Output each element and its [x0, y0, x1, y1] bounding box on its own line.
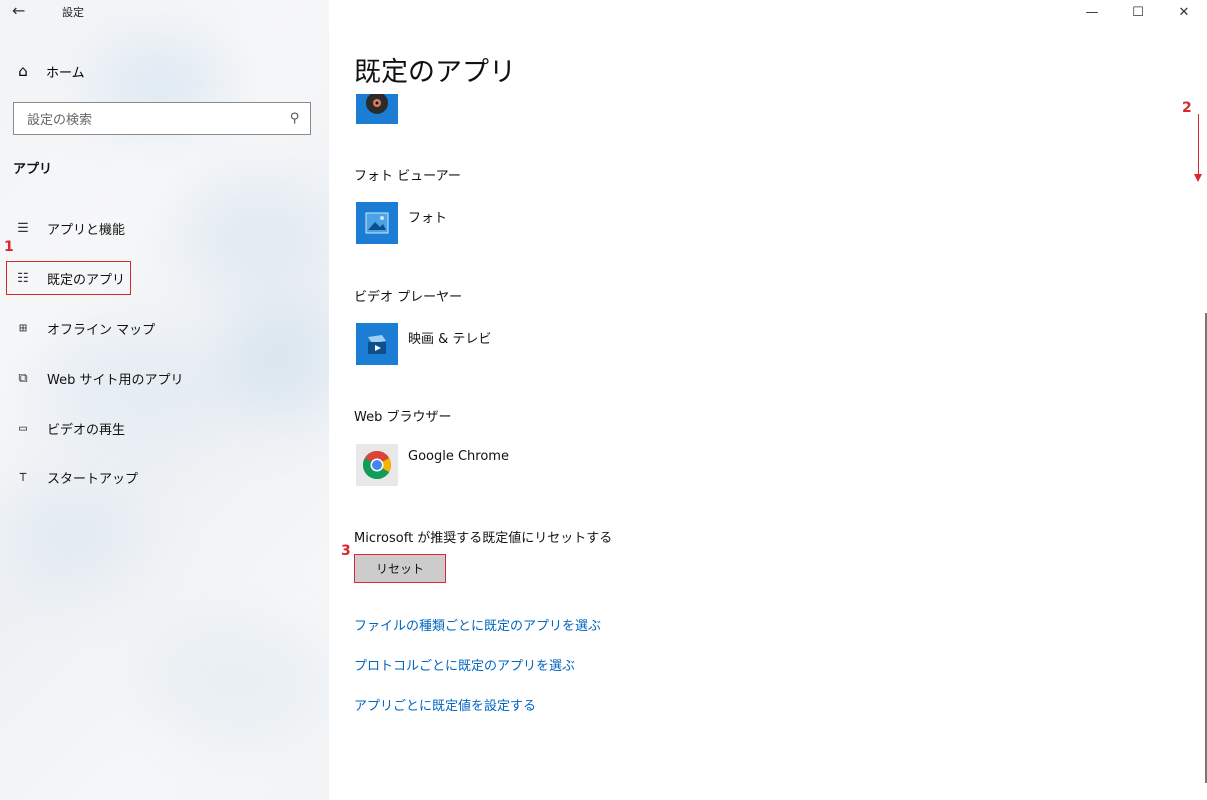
background-blur: [150, 620, 320, 740]
sidebar-item-startup[interactable]: ⊤ スタートアップ: [13, 466, 138, 488]
group-label-video-player: ビデオ プレーヤー: [354, 290, 463, 305]
app-name: 映画 & テレビ: [408, 332, 492, 347]
sidebar-item-label: Web サイト用のアプリ: [47, 372, 184, 388]
app-name: フォト: [408, 211, 448, 226]
default-apps-icon: ☷: [17, 270, 29, 286]
sidebar-item-label: スタートアップ: [47, 471, 139, 487]
sidebar-item-default-apps[interactable]: ☷ 既定のアプリ: [13, 267, 125, 289]
minimize-icon[interactable]: —: [1069, 0, 1115, 24]
link-choose-by-file-type[interactable]: ファイルの種類ごとに既定のアプリを選ぶ: [354, 615, 601, 634]
apps-features-icon: ☰: [17, 220, 29, 236]
home-icon: ⌂: [18, 62, 28, 80]
sidebar-item-apps-features[interactable]: ☰ アプリと機能: [13, 217, 125, 239]
link-set-defaults-by-app[interactable]: アプリごとに既定値を設定する: [354, 695, 536, 714]
sidebar: ← 設定 ⌂ ホーム 設定の検索 ⚲ アプリ ☰ アプリと機能 ☷ 既定のアプリ…: [0, 0, 329, 800]
home-label: ホーム: [46, 65, 85, 81]
app-entry-movies-tv[interactable]: 映画 & テレビ: [356, 323, 491, 365]
search-placeholder: 設定の検索: [27, 113, 93, 128]
scroll-mask: [329, 86, 1207, 94]
back-arrow-icon[interactable]: ←: [12, 1, 25, 20]
sidebar-item-offline-maps[interactable]: ⊞ オフライン マップ: [13, 317, 155, 339]
annotation-arrow-line: [1198, 114, 1199, 178]
group-label-photo-viewer: フォト ビューアー: [354, 169, 461, 184]
window-title: 設定: [62, 6, 84, 19]
photos-icon: [356, 202, 398, 244]
search-icon[interactable]: ⚲: [290, 111, 300, 126]
section-heading-apps: アプリ: [13, 162, 53, 177]
sidebar-item-video-playback[interactable]: ▭ ビデオの再生: [13, 417, 125, 439]
background-blur: [180, 180, 329, 290]
app-name: Google Chrome: [408, 449, 509, 464]
annotation-step-1: 1: [4, 239, 14, 255]
video-playback-icon: ▭: [19, 420, 27, 436]
reset-description: Microsoft が推奨する既定値にリセットする: [354, 531, 613, 546]
offline-maps-icon: ⊞: [19, 320, 27, 336]
reset-button[interactable]: リセット: [354, 554, 446, 583]
background-blur: [220, 300, 329, 420]
page-title: 既定のアプリ: [354, 57, 516, 88]
sidebar-item-label: ビデオの再生: [47, 422, 126, 438]
annotation-step-3: 3: [341, 543, 351, 559]
sidebar-item-label: アプリと機能: [47, 222, 126, 238]
main-content: — ☐ ✕ 既定のアプリ Groove ミュージック フォト ビューアー フォト…: [329, 0, 1207, 800]
chrome-icon: [356, 444, 398, 486]
startup-icon: ⊤: [19, 469, 27, 485]
sidebar-item-label: 既定のアプリ: [47, 272, 126, 288]
app-entry-photos[interactable]: フォト: [356, 202, 447, 244]
apps-for-websites-icon: ⧉: [18, 370, 28, 386]
annotation-step-2: 2: [1182, 100, 1192, 116]
maximize-icon[interactable]: ☐: [1115, 0, 1161, 24]
title-bar: ← 設定: [0, 0, 329, 24]
search-input[interactable]: 設定の検索 ⚲: [13, 102, 311, 135]
link-choose-by-protocol[interactable]: プロトコルごとに既定のアプリを選ぶ: [354, 655, 575, 674]
sidebar-item-label: オフライン マップ: [47, 322, 156, 338]
group-label-web-browser: Web ブラウザー: [354, 410, 452, 425]
sidebar-home[interactable]: ⌂ ホーム: [14, 60, 85, 82]
close-icon[interactable]: ✕: [1161, 0, 1207, 24]
annotation-arrow-down-icon: [1194, 174, 1202, 182]
background-blur: [0, 480, 140, 590]
app-entry-chrome[interactable]: Google Chrome: [356, 444, 509, 486]
sidebar-item-apps-for-websites[interactable]: ⧉ Web サイト用のアプリ: [13, 367, 183, 389]
movies-tv-icon: [356, 323, 398, 365]
window-controls: — ☐ ✕: [1069, 0, 1207, 24]
